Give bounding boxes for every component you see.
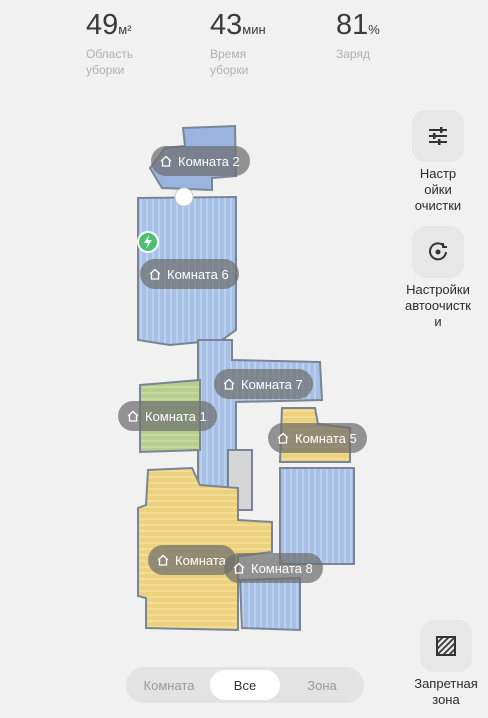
map-mode-segmented-control: Комната Все Зона <box>126 667 364 703</box>
no-go-zone-button[interactable] <box>420 620 472 672</box>
room-label-1[interactable]: Комната 1 <box>118 401 217 431</box>
stat-area-unit: м² <box>118 22 132 37</box>
sliders-icon <box>429 127 447 145</box>
cleaning-settings-button[interactable] <box>412 110 464 162</box>
segment-room[interactable]: Комната <box>130 670 208 700</box>
stat-battery: 81% Заряд <box>336 8 380 62</box>
room-label-6[interactable]: Комната 6 <box>140 259 239 289</box>
segment-zone[interactable]: Зона <box>284 670 360 700</box>
stat-time: 43мин Время уборки <box>210 8 266 78</box>
room-label-7-text: Комната 7 <box>241 376 303 392</box>
auto-clean-settings-label: Настройки автоочистк и <box>404 282 471 329</box>
stat-area-label: Область уборки <box>86 47 134 77</box>
cleaning-map[interactable]: Комната 2 Комната 6 Комната 7 Комната 1 … <box>0 95 400 655</box>
room-label-2[interactable]: Комната 2 <box>151 146 250 176</box>
cleaning-settings-label: Настр ойки очистки <box>414 166 462 213</box>
stat-time-value: 43 <box>210 9 243 41</box>
room-label-8-text: Комната 8 <box>251 560 313 576</box>
stat-area: 49м² Область уборки <box>86 8 133 78</box>
charging-dock-icon <box>137 231 159 253</box>
no-go-zone-label: Запретная зона <box>414 676 478 707</box>
stat-time-label: Время уборки <box>210 47 249 77</box>
right-room-area <box>279 467 355 565</box>
room-label-5[interactable]: Комната 5 <box>268 423 367 453</box>
room-label-7[interactable]: Комната 7 <box>214 369 313 399</box>
robot-icon <box>174 187 194 207</box>
stat-battery-label: Заряд <box>336 47 370 61</box>
room-label-1-text: Комната 1 <box>145 408 207 424</box>
room-8-area <box>238 576 301 632</box>
home-icon <box>149 268 161 280</box>
stat-time-unit: мин <box>242 22 266 37</box>
stats-bar: 49м² Область уборки 43мин Время уборки 8… <box>0 8 488 88</box>
home-icon <box>223 378 235 390</box>
stat-battery-unit: % <box>368 22 380 37</box>
home-icon <box>277 432 289 444</box>
home-icon <box>157 554 169 566</box>
stat-area-value: 49 <box>86 9 119 41</box>
room-label-5-text: Комната 5 <box>295 430 357 446</box>
room-label-6-text: Комната 6 <box>167 266 229 282</box>
auto-clean-icon <box>429 242 447 261</box>
no-go-zone-icon <box>436 636 456 656</box>
segment-all[interactable]: Все <box>210 670 280 700</box>
room-label-3-text: Комната <box>175 552 226 568</box>
home-icon <box>233 562 245 574</box>
room-label-8[interactable]: Комната 8 <box>224 553 323 583</box>
auto-clean-settings-button[interactable] <box>412 226 464 278</box>
room-label-2-text: Комната 2 <box>178 153 240 169</box>
home-icon <box>127 410 139 422</box>
home-icon <box>160 155 172 167</box>
stat-battery-value: 81 <box>336 9 369 41</box>
room-label-3[interactable]: Комната <box>148 545 236 575</box>
